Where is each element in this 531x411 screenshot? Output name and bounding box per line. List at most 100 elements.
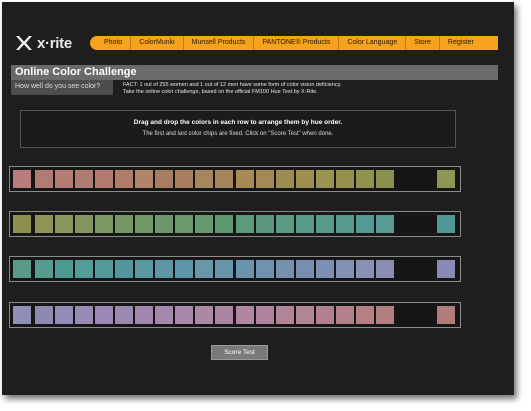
color-chip[interactable] xyxy=(195,306,214,324)
color-chip[interactable] xyxy=(75,260,94,278)
fixed-color-chip xyxy=(437,260,455,278)
color-chip[interactable] xyxy=(95,260,114,278)
nav-item-colormunki[interactable]: ColorMunki xyxy=(131,36,184,50)
color-chip[interactable] xyxy=(135,260,154,278)
color-chip[interactable] xyxy=(235,260,254,278)
instructions-line-1: Drag and drop the colors in each row to … xyxy=(133,119,343,126)
color-chip[interactable] xyxy=(295,170,314,188)
fixed-color-chip xyxy=(13,260,31,278)
fixed-color-chip xyxy=(437,306,455,324)
color-chip[interactable] xyxy=(175,215,194,233)
color-chip[interactable] xyxy=(195,260,214,278)
nav-item-register[interactable]: Register xyxy=(440,36,482,50)
color-chip[interactable] xyxy=(35,170,53,188)
color-chip[interactable] xyxy=(35,260,53,278)
page-title: Online Color Challenge xyxy=(15,66,137,78)
color-chip[interactable] xyxy=(315,260,334,278)
color-chip[interactable] xyxy=(215,170,234,188)
chip-row-2 xyxy=(9,211,461,237)
color-chip[interactable] xyxy=(295,260,314,278)
color-chip[interactable] xyxy=(75,306,94,324)
color-chip[interactable] xyxy=(255,170,274,188)
color-chip[interactable] xyxy=(135,215,154,233)
color-chip[interactable] xyxy=(375,260,394,278)
color-chip[interactable] xyxy=(275,215,294,233)
color-chip[interactable] xyxy=(55,260,74,278)
color-chip[interactable] xyxy=(195,215,214,233)
color-chip[interactable] xyxy=(275,306,294,324)
color-chip[interactable] xyxy=(135,170,154,188)
color-chip[interactable] xyxy=(95,215,114,233)
color-chip[interactable] xyxy=(55,170,74,188)
color-chip[interactable] xyxy=(175,260,194,278)
color-chip[interactable] xyxy=(35,306,53,324)
color-chip[interactable] xyxy=(75,170,94,188)
color-chip[interactable] xyxy=(235,215,254,233)
color-chip[interactable] xyxy=(335,260,354,278)
color-chip[interactable] xyxy=(315,215,334,233)
fixed-color-chip xyxy=(13,215,31,233)
color-chip[interactable] xyxy=(75,215,94,233)
fact-line-1: FACT: 1 out of 255 women and 1 out of 12… xyxy=(123,82,342,88)
color-chip[interactable] xyxy=(115,170,134,188)
color-chip[interactable] xyxy=(335,306,354,324)
color-chip[interactable] xyxy=(215,215,234,233)
color-chip[interactable] xyxy=(295,306,314,324)
color-chip[interactable] xyxy=(315,170,334,188)
color-chip[interactable] xyxy=(235,170,254,188)
nav-item-store[interactable]: Store xyxy=(406,36,440,50)
color-chip[interactable] xyxy=(95,306,114,324)
fact-text: FACT: 1 out of 255 women and 1 out of 12… xyxy=(123,82,423,96)
color-chip[interactable] xyxy=(215,306,234,324)
color-chip[interactable] xyxy=(115,215,134,233)
color-chip[interactable] xyxy=(115,260,134,278)
color-chip[interactable] xyxy=(155,260,174,278)
instructions-line-2: The first and last color chips are fixed… xyxy=(142,131,334,137)
nav-item-color-language[interactable]: Color Language xyxy=(339,36,407,50)
color-chip[interactable] xyxy=(255,306,274,324)
color-chip[interactable] xyxy=(235,306,254,324)
chip-row-1 xyxy=(9,166,461,192)
xrite-logo[interactable]: x·rite xyxy=(14,34,72,52)
color-chip[interactable] xyxy=(335,215,354,233)
color-chip[interactable] xyxy=(335,170,354,188)
color-chip[interactable] xyxy=(295,215,314,233)
fixed-color-chip xyxy=(437,170,455,188)
color-chip[interactable] xyxy=(155,170,174,188)
color-chip[interactable] xyxy=(315,306,334,324)
color-chip[interactable] xyxy=(195,170,214,188)
color-chip[interactable] xyxy=(355,170,374,188)
nav-item-munsell-products[interactable]: Munsell Products xyxy=(184,36,255,50)
color-chip[interactable] xyxy=(375,306,394,324)
chip-row-4 xyxy=(9,302,461,328)
color-chip[interactable] xyxy=(375,170,394,188)
color-chip[interactable] xyxy=(35,215,53,233)
color-chip[interactable] xyxy=(55,215,74,233)
fixed-color-chip xyxy=(437,215,455,233)
color-chip[interactable] xyxy=(355,215,374,233)
color-chip[interactable] xyxy=(115,306,134,324)
color-chip[interactable] xyxy=(135,306,154,324)
top-nav: Photo ColorMunki Munsell Products PANTON… xyxy=(90,36,498,50)
color-chip[interactable] xyxy=(355,306,374,324)
nav-item-pantone-products[interactable]: PANTONE® Products xyxy=(254,36,340,50)
logo-text: x·rite xyxy=(37,34,72,52)
page-subtitle: How well do you see color? xyxy=(15,83,101,90)
color-chip[interactable] xyxy=(375,215,394,233)
fixed-color-chip xyxy=(13,306,31,324)
color-chip[interactable] xyxy=(255,260,274,278)
color-chip[interactable] xyxy=(255,215,274,233)
color-chip[interactable] xyxy=(355,260,374,278)
color-chip[interactable] xyxy=(175,170,194,188)
color-chip[interactable] xyxy=(155,306,174,324)
color-chip[interactable] xyxy=(55,306,74,324)
nav-item-photo[interactable]: Photo xyxy=(90,36,132,50)
color-chip[interactable] xyxy=(275,260,294,278)
xrite-mark-icon xyxy=(16,36,32,50)
color-chip[interactable] xyxy=(95,170,114,188)
score-test-button[interactable]: Score Test xyxy=(211,345,268,360)
color-chip[interactable] xyxy=(175,306,194,324)
color-chip[interactable] xyxy=(275,170,294,188)
color-chip[interactable] xyxy=(155,215,174,233)
color-chip[interactable] xyxy=(215,260,234,278)
